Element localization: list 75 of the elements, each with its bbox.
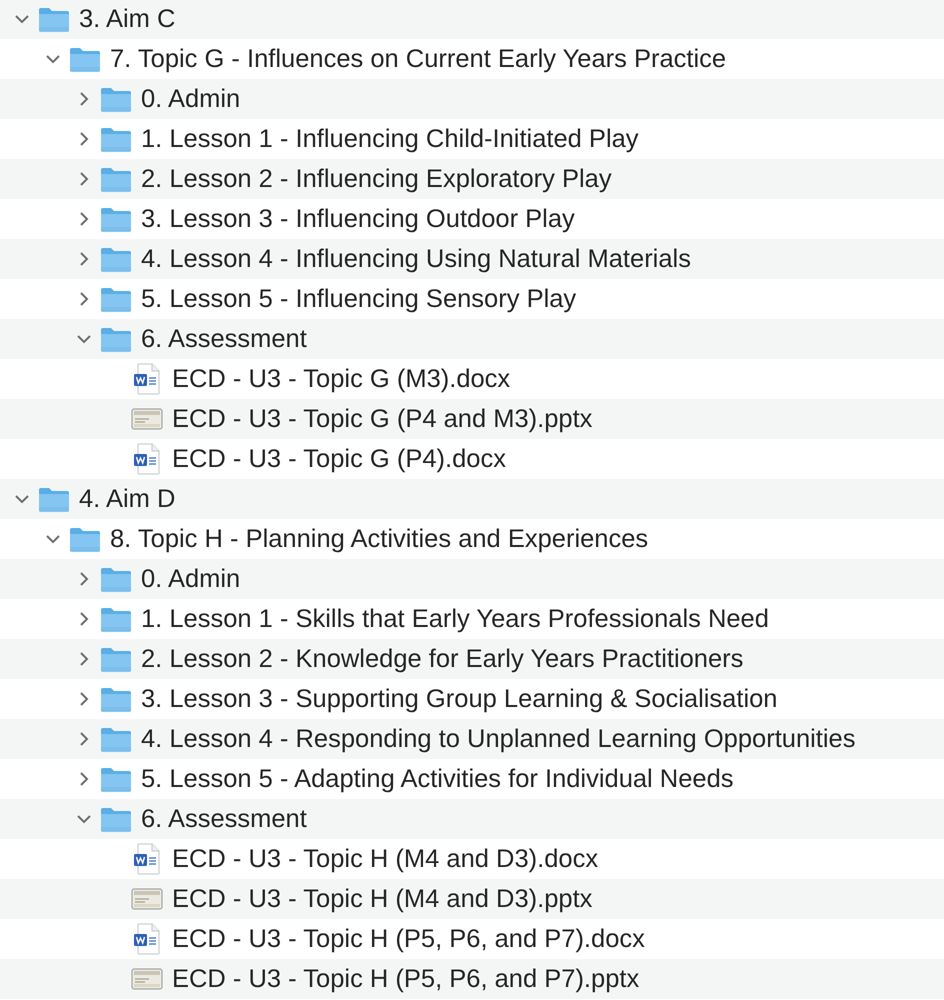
- folder-name: 6. Assessment: [141, 324, 307, 354]
- tree-row[interactable]: 3. Lesson 3 - Influencing Outdoor Play: [0, 199, 944, 239]
- folder-name: 6. Assessment: [141, 804, 307, 834]
- folder-icon: [100, 766, 132, 792]
- folder-name: 0. Admin: [141, 564, 240, 594]
- file-name: ECD - U3 - Topic G (P4 and M3).pptx: [172, 404, 592, 434]
- folder-name: 3. Lesson 3 - Supporting Group Learning & Socialisation: [141, 684, 778, 714]
- tree-row[interactable]: ECD - U3 - Topic H (P5, P6, and P7).docx: [0, 919, 944, 959]
- folder-icon: [69, 526, 101, 552]
- tree-row[interactable]: 6. Assessment: [0, 319, 944, 359]
- tree-row[interactable]: 5. Lesson 5 - Adapting Activities for Individual Needs: [0, 759, 944, 799]
- tree-row[interactable]: 8. Topic H - Planning Activities and Experiences: [0, 519, 944, 559]
- folder-name: 4. Aim D: [79, 484, 176, 514]
- tree-row[interactable]: 1. Lesson 1 - Skills that Early Years Professionals Need: [0, 599, 944, 639]
- folder-name: 4. Lesson 4 - Influencing Using Natural Materials: [141, 244, 691, 274]
- tree-row[interactable]: 0. Admin: [0, 559, 944, 599]
- tree-row[interactable]: 2. Lesson 2 - Knowledge for Early Years Practitioners: [0, 639, 944, 679]
- tree-row[interactable]: ECD - U3 - Topic H (P5, P6, and P7).pptx: [0, 959, 944, 999]
- tree-row[interactable]: ECD - U3 - Topic G (P4 and M3).pptx: [0, 399, 944, 439]
- folder-name: 0. Admin: [141, 84, 240, 114]
- folder-icon: [100, 86, 132, 112]
- tree-row[interactable]: ECD - U3 - Topic G (P4).docx: [0, 439, 944, 479]
- folder-name: 1. Lesson 1 - Skills that Early Years Professionals Need: [141, 604, 769, 634]
- word-document-icon: [133, 923, 161, 955]
- word-document-icon: [133, 363, 161, 395]
- folder-name: 5. Lesson 5 - Influencing Sensory Play: [141, 284, 576, 314]
- tree-row[interactable]: 2. Lesson 2 - Influencing Exploratory Play: [0, 159, 944, 199]
- folder-icon: [38, 486, 70, 512]
- file-name: ECD - U3 - Topic H (M4 and D3).pptx: [172, 884, 592, 914]
- folder-name: 5. Lesson 5 - Adapting Activities for Individual Needs: [141, 764, 734, 794]
- folder-name: 1. Lesson 1 - Influencing Child-Initiated Play: [141, 124, 639, 154]
- tree-row[interactable]: 1. Lesson 1 - Influencing Child-Initiated Play: [0, 119, 944, 159]
- folder-name: 2. Lesson 2 - Influencing Exploratory Play: [141, 164, 612, 194]
- folder-icon: [100, 726, 132, 752]
- folder-icon: [100, 206, 132, 232]
- folder-icon: [100, 646, 132, 672]
- file-name: ECD - U3 - Topic H (P5, P6, and P7).pptx: [172, 964, 640, 994]
- folder-icon: [100, 326, 132, 352]
- word-document-icon: [133, 843, 161, 875]
- word-document-icon: [133, 443, 161, 475]
- folder-icon: [100, 566, 132, 592]
- folder-icon: [38, 6, 70, 32]
- tree-row[interactable]: 3. Lesson 3 - Supporting Group Learning & Socialisation: [0, 679, 944, 719]
- tree-row[interactable]: 7. Topic G - Influences on Current Early Years Practice: [0, 39, 944, 79]
- folder-name: 7. Topic G - Influences on Current Early Years Practice: [110, 44, 726, 74]
- slide-thumbnail-icon: [131, 408, 163, 430]
- tree-row[interactable]: ECD - U3 - Topic H (M4 and D3).docx: [0, 839, 944, 879]
- folder-icon: [100, 806, 132, 832]
- folder-name: 3. Aim C: [79, 4, 176, 34]
- slide-thumbnail-icon: [131, 968, 163, 990]
- folder-icon: [69, 46, 101, 72]
- folder-name: 2. Lesson 2 - Knowledge for Early Years Practitioners: [141, 644, 744, 674]
- tree-row[interactable]: 4. Lesson 4 - Responding to Unplanned Learning Opportunities: [0, 719, 944, 759]
- folder-icon: [100, 126, 132, 152]
- file-name: ECD - U3 - Topic G (M3).docx: [172, 364, 510, 394]
- folder-name: 4. Lesson 4 - Responding to Unplanned Learning Opportunities: [141, 724, 856, 754]
- slide-thumbnail-icon: [131, 888, 163, 910]
- tree-row[interactable]: 6. Assessment: [0, 799, 944, 839]
- file-name: ECD - U3 - Topic H (M4 and D3).docx: [172, 844, 598, 874]
- tree-row[interactable]: ECD - U3 - Topic G (M3).docx: [0, 359, 944, 399]
- file-name: ECD - U3 - Topic G (P4).docx: [172, 444, 506, 474]
- folder-icon: [100, 166, 132, 192]
- tree-row[interactable]: 0. Admin: [0, 79, 944, 119]
- file-name: ECD - U3 - Topic H (P5, P6, and P7).docx: [172, 924, 645, 954]
- tree-row[interactable]: 4. Lesson 4 - Influencing Using Natural Materials: [0, 239, 944, 279]
- folder-name: 3. Lesson 3 - Influencing Outdoor Play: [141, 204, 575, 234]
- tree-row[interactable]: 4. Aim D: [0, 479, 944, 519]
- folder-icon: [100, 246, 132, 272]
- folder-name: 8. Topic H - Planning Activities and Experiences: [110, 524, 648, 554]
- folder-icon: [100, 286, 132, 312]
- tree-row[interactable]: 3. Aim C: [0, 0, 944, 39]
- tree-row[interactable]: ECD - U3 - Topic H (M4 and D3).pptx: [0, 879, 944, 919]
- folder-icon: [100, 686, 132, 712]
- folder-icon: [100, 606, 132, 632]
- tree-row[interactable]: 5. Lesson 5 - Influencing Sensory Play: [0, 279, 944, 319]
